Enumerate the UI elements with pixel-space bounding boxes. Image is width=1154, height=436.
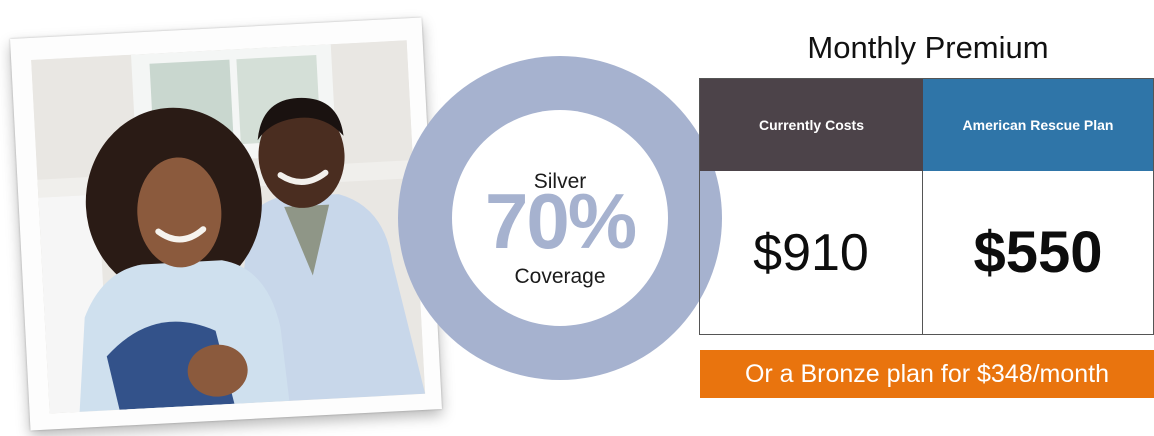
coverage-label: Coverage — [514, 265, 606, 288]
couple-illustration — [31, 40, 426, 414]
bronze-plan-banner: Or a Bronze plan for $348/month — [700, 350, 1154, 398]
header-currently-costs: Currently Costs — [700, 79, 923, 171]
header-american-rescue-plan: American Rescue Plan — [923, 79, 1153, 171]
value-currently-costs: $910 — [700, 171, 923, 334]
coverage-percent: 70% — [484, 177, 637, 265]
premium-title: Monthly Premium — [807, 30, 1049, 65]
photo-card — [10, 17, 442, 431]
couple-photo — [31, 40, 426, 414]
value-american-rescue-plan: $550 — [973, 220, 1103, 285]
coverage-ring: Silver 70% Coverage — [398, 56, 722, 380]
premium-table: Currently Costs American Rescue Plan $91… — [699, 78, 1154, 335]
coverage-ring-center: Silver 70% Coverage — [452, 110, 668, 326]
